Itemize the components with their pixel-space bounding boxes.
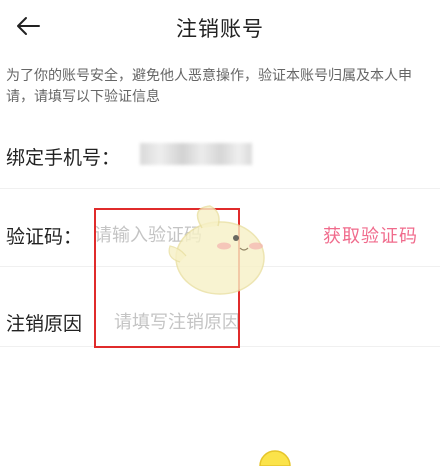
divider (0, 188, 440, 189)
get-code-button[interactable]: 获取验证码 (323, 222, 418, 248)
code-label: 验证码： (6, 226, 83, 248)
phone-number-masked (140, 143, 252, 165)
reason-label: 注销原因 (6, 313, 83, 335)
top-bar: 注销账号 (0, 0, 440, 56)
mascot-sticker-icon (162, 202, 274, 306)
floating-assistant-icon[interactable] (258, 448, 292, 470)
page-title: 注销账号 (176, 17, 264, 41)
phone-label: 绑定手机号： (6, 147, 121, 169)
security-notice: 为了你的账号安全，避免他人恶意操作，验证本账号归属及本人申请，请填写以下验证信息 (6, 68, 412, 105)
